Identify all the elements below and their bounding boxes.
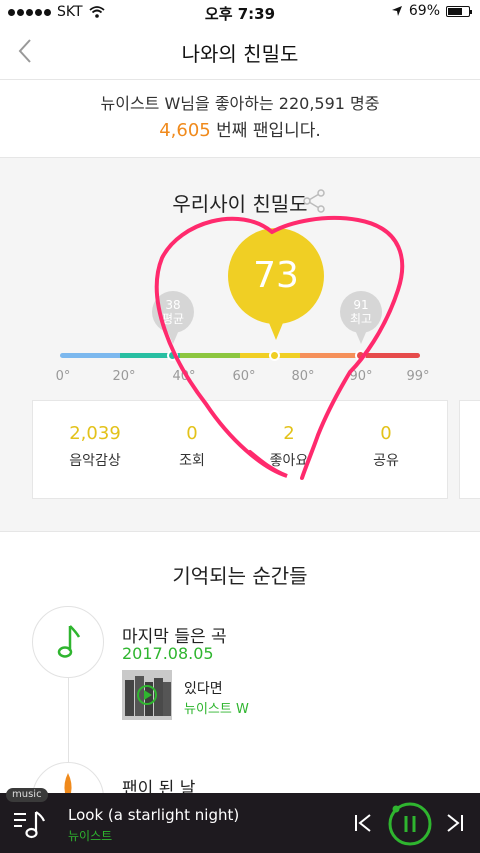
score-pointer [267, 318, 285, 340]
stat-label: 음악감상 [69, 453, 121, 469]
stat-value: 2,039 [69, 423, 121, 444]
page-title: 나와의 친밀도 [181, 42, 299, 66]
moments-section: 기억되는 순간들 마지막 들은 곡 2017.08.05 있다면 뉴이스트 W … [0, 531, 480, 834]
share-icon[interactable] [301, 188, 327, 214]
intimacy-title: 우리사이 친밀도 [172, 192, 308, 216]
average-marker [167, 350, 178, 361]
playlist-icon[interactable] [12, 806, 48, 842]
last-song-badge [32, 606, 104, 678]
stat-value: 0 [380, 423, 392, 444]
intimacy-scale-bar [60, 353, 420, 358]
stat-view: 0 조회 [142, 423, 242, 470]
player-track-title[interactable]: Look (a starlight night) [68, 806, 239, 824]
scale-segment-5 [300, 353, 360, 358]
tick-label: 20° [112, 369, 136, 384]
nav-header: 나와의 친밀도 [0, 24, 480, 80]
player-track-artist[interactable]: 뉴이스트 [68, 827, 112, 844]
average-pointer [167, 330, 179, 344]
tick-label: 60° [232, 369, 256, 384]
tick-label: 90° [349, 369, 373, 384]
average-value: 38 [165, 298, 181, 312]
last-song-date: 2017.08.05 [122, 644, 214, 663]
tick-label: 0° [55, 369, 71, 384]
highest-pointer [355, 330, 367, 344]
fan-rank-section: 뉴이스트 W님을 좋아하는 220,591 명중 4,605 번째 팬입니다. [0, 80, 480, 158]
highest-label: 최고 [349, 312, 373, 326]
song-artist[interactable]: 뉴이스트 W [184, 698, 249, 717]
highest-value: 91 [353, 298, 369, 312]
fan-rank-text: 4,605 번째 팬입니다. [0, 116, 480, 141]
previous-icon[interactable] [352, 812, 374, 834]
score-marker [269, 350, 280, 361]
scale-ticks: 0° 20° 40° 60° 80° 90° 99° [0, 369, 480, 387]
tick-label: 80° [291, 369, 315, 384]
scale-segment-1 [60, 353, 120, 358]
pause-button[interactable] [386, 800, 434, 848]
fan-rank-suffix: 번째 팬입니다. [210, 121, 321, 141]
stats-card: 2,039 음악감상 0 조회 2 좋아요 0 공유 [32, 400, 448, 499]
stat-value: 0 [186, 423, 198, 444]
stat-like: 2 좋아요 [239, 423, 339, 470]
stat-label: 조회 [179, 453, 205, 469]
stat-share: 0 공유 [336, 423, 436, 470]
intimacy-section: 우리사이 친밀도 73 38 평균 91 최고 0° 20° 40° 60° 8… [0, 166, 480, 516]
stat-value: 2 [283, 423, 295, 444]
battery-icon [446, 5, 472, 17]
average-label: 평균 [161, 312, 185, 326]
album-art[interactable] [122, 670, 172, 720]
average-bubble: 38 평균 [152, 291, 194, 333]
fan-count-text: 뉴이스트 W님을 좋아하는 220,591 명중 [100, 94, 380, 113]
moments-title: 기억되는 순간들 [172, 564, 308, 588]
stat-label: 공유 [373, 453, 399, 469]
fan-rank-number: 4,605 [159, 120, 211, 141]
album-cover-image [122, 670, 172, 720]
next-card-peek[interactable] [459, 400, 480, 499]
highest-marker [355, 350, 366, 361]
next-icon[interactable] [444, 812, 466, 834]
music-note-icon [57, 625, 81, 658]
location-icon [391, 6, 402, 16]
intimacy-score-bubble: 73 [228, 228, 324, 324]
status-bar: SKT 오후 7:39 69% [0, 0, 480, 24]
scale-segment-3 [180, 353, 240, 358]
music-tag: music [6, 788, 48, 802]
tick-label: 40° [172, 369, 196, 384]
highest-bubble: 91 최고 [340, 291, 382, 333]
song-title[interactable]: 있다면 [184, 678, 223, 698]
stat-label: 좋아요 [269, 453, 309, 469]
scale-segment-6 [360, 353, 420, 358]
battery-label: 69% [408, 3, 440, 19]
tick-label: 99° [406, 369, 430, 384]
stat-listen: 2,039 음악감상 [45, 423, 145, 470]
